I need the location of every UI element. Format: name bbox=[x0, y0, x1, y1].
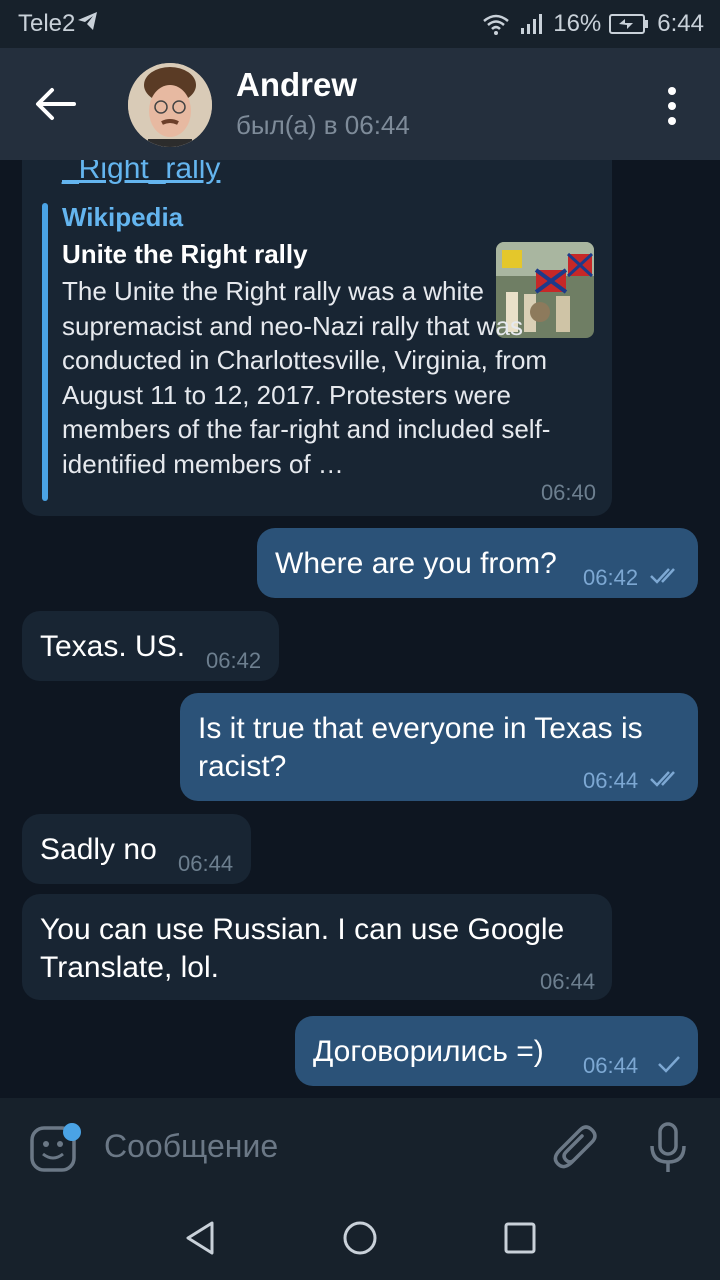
link-preview-title: Unite the Right rally bbox=[62, 239, 308, 269]
back-arrow-icon[interactable] bbox=[34, 86, 78, 122]
microphone-icon[interactable] bbox=[648, 1120, 688, 1176]
message-time: 06:44 bbox=[583, 1053, 639, 1078]
message-input[interactable]: Сообщение bbox=[104, 1128, 278, 1165]
message-list[interactable]: _Right_rally Wikipedia Unite the Right r… bbox=[0, 160, 720, 1098]
last-seen-status: был(а) в 06:44 bbox=[236, 110, 410, 140]
incoming-message[interactable]: Texas. US. 06:42 bbox=[22, 611, 279, 681]
message-time: 06:44 bbox=[178, 851, 234, 876]
nav-recents-icon[interactable] bbox=[503, 1221, 537, 1255]
paperclip-icon[interactable] bbox=[552, 1122, 600, 1174]
message-text: Договорились =) bbox=[313, 1035, 544, 1068]
status-bar: Tele2 16% 6:44 bbox=[0, 0, 720, 48]
check-icon bbox=[658, 1056, 680, 1073]
more-vert-icon[interactable] bbox=[662, 84, 682, 128]
contact-name[interactable]: Andrew bbox=[236, 66, 357, 104]
message-time: 06:44 bbox=[583, 768, 639, 793]
message-time: 06:42 bbox=[583, 565, 639, 590]
wifi-icon bbox=[483, 14, 510, 35]
message-text: Sadly no bbox=[40, 833, 157, 866]
avatar-photo bbox=[128, 63, 212, 147]
message-time: 06:42 bbox=[206, 648, 262, 673]
incoming-message[interactable]: Sadly no 06:44 bbox=[22, 814, 251, 884]
link-preview-message[interactable]: _Right_rally Wikipedia Unite the Right r… bbox=[22, 160, 612, 516]
message-text: Texas. US. bbox=[40, 630, 186, 663]
message-text: You can use Russian. I can use Google Tr… bbox=[40, 913, 565, 984]
link-preview-body: The Unite the Right rally was a white su… bbox=[62, 276, 551, 479]
sticker-icon[interactable] bbox=[28, 1122, 84, 1178]
system-nav-bar bbox=[0, 1196, 720, 1280]
wikipedia-link[interactable]: _Right_rally bbox=[62, 160, 220, 186]
carrier-name: Tele2 bbox=[18, 10, 76, 37]
telegram-notification-icon bbox=[78, 12, 97, 30]
battery-icon bbox=[609, 14, 649, 34]
message-composer: Сообщение bbox=[0, 1098, 720, 1196]
double-check-icon bbox=[650, 771, 675, 787]
outgoing-message[interactable]: Is it true that everyone in Texas is rac… bbox=[180, 693, 698, 801]
clock: 6:44 bbox=[657, 10, 704, 37]
avatar[interactable] bbox=[128, 63, 212, 147]
signal-icon bbox=[521, 14, 543, 34]
message-text: Where are you from? bbox=[275, 547, 557, 580]
outgoing-message[interactable]: Where are you from? 06:42 bbox=[257, 528, 698, 598]
nav-back-icon[interactable] bbox=[184, 1219, 218, 1257]
status-icons: 16% 6:44 bbox=[481, 10, 704, 38]
outgoing-message[interactable]: Договорились =) 06:44 bbox=[295, 1016, 698, 1086]
battery-percent: 16% bbox=[553, 10, 602, 37]
message-time: 06:40 bbox=[540, 480, 596, 505]
link-preview-site: Wikipedia bbox=[62, 202, 184, 232]
link-preview-accent-bar bbox=[42, 203, 48, 501]
incoming-message[interactable]: You can use Russian. I can use Google Tr… bbox=[22, 894, 612, 1000]
message-time: 06:44 bbox=[540, 969, 596, 994]
nav-home-icon[interactable] bbox=[341, 1219, 379, 1257]
chat-header: Andrew был(а) в 06:44 bbox=[0, 48, 720, 160]
double-check-icon bbox=[650, 568, 675, 584]
